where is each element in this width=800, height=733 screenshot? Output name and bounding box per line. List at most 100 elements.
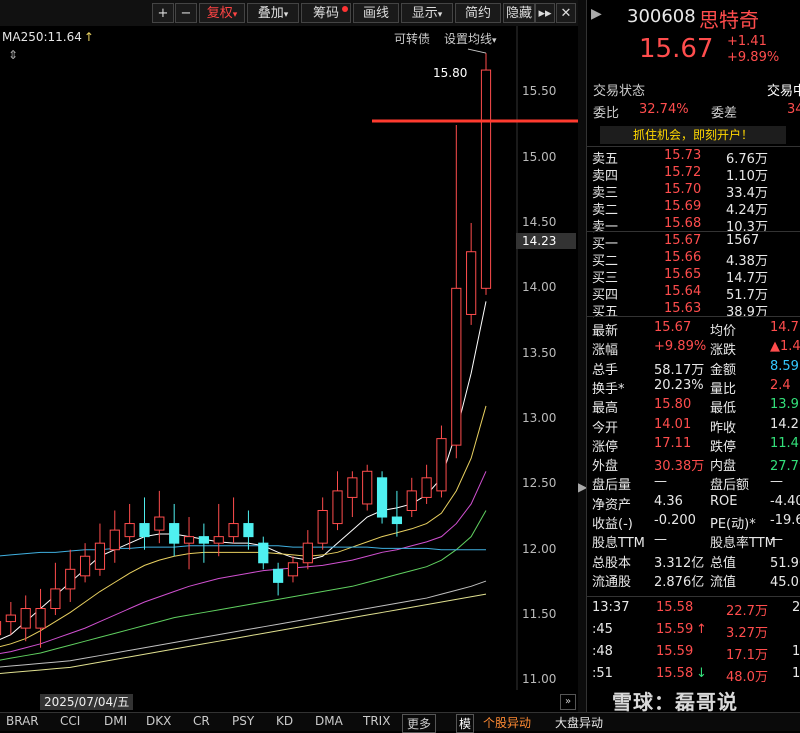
stat-label: 股息率TTM: [710, 536, 776, 552]
ask-row: 卖四 15.72 1.10万: [592, 165, 800, 184]
candle-body: [213, 536, 224, 544]
tick-row: 13:37 15.58 22.7万 2: [592, 600, 800, 619]
stats-row: 净资产 4.36 ROE -4.40%: [592, 493, 800, 513]
stat-label: 金额: [710, 362, 737, 378]
divider: [586, 316, 800, 317]
panel-divider[interactable]: ▶: [578, 0, 587, 712]
stats-row: 总手 58.17万金额 8.59(: [592, 359, 800, 378]
tick-time: 13:37: [592, 600, 630, 615]
stats-row: 涨停 17.11 跌停 11.4: [592, 435, 800, 455]
indicator-tab-cr[interactable]: CR: [193, 714, 210, 728]
price-tick-label: 15.00: [522, 149, 557, 164]
tab-stock-anomaly[interactable]: 个股异动: [483, 714, 531, 731]
tick-volume: 17.1万: [726, 648, 768, 663]
candle-body: [317, 509, 328, 544]
weibi-row: 委比 32.74% 委差 34: [593, 102, 800, 121]
candle-body: [5, 614, 16, 623]
candle-body: [183, 536, 195, 544]
stat-label: 盘后额: [710, 478, 750, 494]
weibi-label: 委比: [593, 106, 620, 121]
stat-label: 外盘: [592, 459, 619, 475]
tick-arrow-icon: ↑: [696, 622, 707, 637]
candle-body: [20, 608, 31, 629]
price-tick-label: 14.00: [522, 280, 557, 295]
weicha-value: 34: [787, 102, 800, 117]
bid-price: 15.65: [664, 267, 702, 282]
ask-price: 15.70: [664, 182, 702, 197]
candle-body: [65, 568, 76, 590]
candle-body: [347, 477, 358, 498]
stats-row: 总股本 3.312亿总值 51.90亿: [592, 552, 800, 571]
candle-body: [198, 536, 209, 544]
stat-value: -4.40%: [770, 493, 800, 509]
bid-row: 买一 15.67 1567: [592, 233, 800, 252]
indicator-tab-dkx[interactable]: DKX: [146, 714, 171, 728]
stat-label: 净资产: [592, 497, 632, 513]
indicator-tab-dmi[interactable]: DMI: [104, 714, 127, 728]
tick-time: :51: [592, 666, 613, 681]
divider: [586, 146, 800, 147]
price-change: +1.41: [727, 34, 767, 49]
stats-row: 最新 15.67 均价 14.7: [592, 320, 800, 339]
tick-time: :48: [592, 644, 613, 659]
ma-line: [0, 301, 487, 640]
price-tick-label: 13.50: [522, 345, 557, 360]
stats-row: 最高 15.80 最低 13.9: [592, 397, 800, 416]
indicator-bar: BRAR CCI DMI DKX CR PSY KD DMA TRIX 更多 模 个股异动 大盘…: [0, 712, 800, 733]
more-indicators-button[interactable]: 更多: [402, 714, 437, 733]
indicator-tab-kd[interactable]: KD: [276, 714, 293, 728]
indicator-tab-dma[interactable]: DMA: [315, 714, 343, 728]
trade-status-label: 交易状态: [593, 84, 646, 99]
stock-code: 300608: [627, 6, 696, 27]
stat-label: 今开: [592, 420, 619, 436]
ma-line: [0, 593, 487, 675]
stat-label: 总值: [710, 555, 737, 571]
stat-label: 流值: [710, 574, 737, 590]
ask-price: 15.72: [664, 165, 702, 180]
ma-line: [0, 545, 486, 557]
tick-volume: 22.7万: [726, 604, 768, 619]
indicator-tab-psy[interactable]: PSY: [232, 714, 254, 728]
scroll-right-icon[interactable]: »: [560, 694, 576, 710]
stat-value: 58.17万: [654, 362, 705, 378]
indicator-tab-trix[interactable]: TRIX: [363, 714, 390, 728]
stat-label: 股息TTM: [592, 536, 645, 552]
stat-value: 45.06亿: [770, 574, 800, 590]
stat-label: PE(动)*: [710, 517, 756, 532]
ask-price: 15.73: [664, 148, 702, 163]
stats-row: 外盘 30.38万内盘 27.79万: [592, 455, 800, 475]
stat-value: ▲1.4: [770, 339, 800, 355]
tick-time: :45: [592, 622, 613, 637]
tick-extra: 1: [792, 644, 800, 659]
stat-label: ROE: [710, 493, 738, 509]
stat-value: +9.89%: [654, 339, 707, 355]
last-price: 15.67: [639, 34, 714, 64]
high-marker-arrow: [467, 48, 487, 54]
mode-button[interactable]: 模: [456, 714, 475, 733]
tick-price: 15.58: [656, 600, 694, 615]
stats-row: 股息TTM — 股息率TTM —: [592, 532, 800, 552]
collapse-panel-icon[interactable]: ▶: [591, 6, 602, 22]
candle-body: [480, 69, 492, 289]
stat-value: 15.80: [654, 397, 692, 413]
watermark: 雪球：磊哥说: [612, 690, 738, 714]
indicator-tab-cci[interactable]: CCI: [60, 714, 80, 728]
stat-label: 均价: [710, 324, 737, 339]
stat-value: 17.11: [654, 435, 692, 451]
stat-value: 30.38万: [654, 459, 705, 475]
stat-label: 流通股: [592, 574, 632, 590]
bid-volume: 1567: [726, 233, 760, 248]
tab-market-anomaly[interactable]: 大盘异动: [555, 714, 603, 731]
tick-extra: 1: [792, 666, 800, 681]
candle-body: [154, 516, 165, 531]
candle-body: [50, 588, 61, 610]
open-account-promo[interactable]: 抓住机会，即刻开户！: [600, 126, 786, 144]
bid-price: 15.66: [664, 250, 702, 265]
candle-body: [287, 562, 299, 577]
kline-chart[interactable]: + − 复权▾ 叠加▾ 筹码 画线 显示▾ 简约 隐藏 ▸▸ ✕ MA250:1…: [0, 0, 578, 712]
bid-price: 15.64: [664, 284, 702, 299]
stats-row: 今开 14.01 昨收 14.2: [592, 417, 800, 436]
tick-price: 15.58: [656, 666, 694, 681]
indicator-tab-brar[interactable]: BRAR: [6, 714, 39, 728]
bid-row: 买二 15.66 4.38万: [592, 250, 800, 269]
